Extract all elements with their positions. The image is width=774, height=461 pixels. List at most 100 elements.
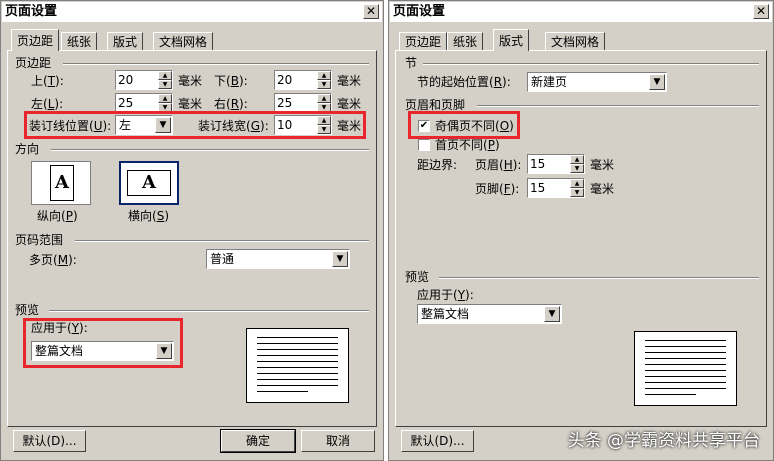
dialog-title: 页面设置: [5, 4, 58, 19]
section-start-select[interactable]: 新建页 ▼: [527, 72, 667, 92]
separator: [477, 105, 759, 107]
apply-to-select[interactable]: 整篇文档 ▼: [31, 341, 174, 361]
checkmark-icon: ✔: [419, 120, 429, 131]
spin-down-icon[interactable]: ▼: [317, 103, 331, 112]
title-bar: 页面设置 ✕: [2, 2, 382, 22]
portrait-label: 纵向(P): [37, 209, 78, 223]
tab-paper[interactable]: 纸张: [61, 32, 98, 50]
header-distance-label: 页眉(H):: [475, 158, 522, 172]
page-setup-dialog-margins: 页面设置 ✕ 页边距 纸张 版式 文档网格 页边距 上(T): 20 ▲ ▼ 毫米…: [0, 0, 384, 461]
separator: [75, 240, 369, 242]
gutter-width-spinner[interactable]: 10 ▲ ▼: [274, 115, 332, 135]
tab-doc-grid[interactable]: 文档网格: [153, 32, 214, 50]
portrait-option[interactable]: A: [31, 161, 91, 205]
title-bar: 页面设置 ✕: [390, 2, 772, 22]
apply-to-select[interactable]: 整篇文档 ▼: [417, 304, 562, 324]
spin-down-icon[interactable]: ▼: [158, 80, 172, 89]
spin-up-icon[interactable]: ▲: [317, 116, 331, 125]
right-margin-value: 25: [277, 96, 293, 110]
gutter-position-select[interactable]: 左 ▼: [115, 115, 173, 135]
left-margin-label: 左(L):: [31, 97, 64, 111]
spin-down-icon[interactable]: ▼: [317, 80, 331, 89]
spin-down-icon[interactable]: ▼: [158, 103, 172, 112]
unit-label: 毫米: [337, 97, 362, 111]
tab-margins[interactable]: 页边距: [399, 32, 448, 50]
separator: [423, 63, 759, 65]
tab-doc-grid[interactable]: 文档网格: [545, 32, 606, 50]
preview-group-label: 预览: [405, 270, 430, 284]
landscape-icon: A: [127, 170, 171, 196]
separator: [439, 277, 759, 279]
spin-up-icon[interactable]: ▲: [158, 94, 172, 103]
dialog-title: 页面设置: [393, 4, 446, 19]
chevron-down-icon[interactable]: ▼: [332, 251, 348, 267]
odd-even-checkbox[interactable]: ✔: [418, 120, 430, 132]
default-button[interactable]: 默认(D)...: [401, 430, 474, 452]
tab-margins[interactable]: 页边距: [11, 29, 60, 51]
tab-layout[interactable]: 版式: [493, 29, 530, 51]
section-start-value: 新建页: [531, 75, 568, 89]
chevron-down-icon[interactable]: ▼: [544, 306, 560, 322]
tab-paper[interactable]: 纸张: [447, 32, 484, 50]
right-margin-label: 右(R):: [214, 97, 248, 111]
first-page-checkbox[interactable]: [418, 139, 430, 151]
spin-down-icon[interactable]: ▼: [570, 188, 584, 197]
tab-layout[interactable]: 版式: [107, 32, 144, 50]
first-page-label: 首页不同(P): [435, 138, 500, 152]
chevron-down-icon[interactable]: ▼: [155, 117, 171, 133]
top-margin-label: 上(T):: [31, 74, 64, 88]
unit-label: 毫米: [337, 74, 362, 88]
landscape-option[interactable]: A: [119, 161, 179, 205]
spin-down-icon[interactable]: ▼: [570, 164, 584, 173]
close-button[interactable]: ✕: [363, 4, 379, 19]
top-margin-spinner[interactable]: 20 ▲ ▼: [115, 70, 173, 90]
portrait-icon: A: [50, 165, 74, 201]
header-distance-spinner[interactable]: 15 ▲ ▼: [527, 154, 585, 174]
right-margin-spinner[interactable]: 25 ▲ ▼: [274, 93, 332, 113]
page-preview: [634, 331, 737, 406]
spin-up-icon[interactable]: ▲: [158, 71, 172, 80]
multiple-pages-label: 多页(M):: [29, 253, 77, 267]
close-icon: ✕: [365, 4, 377, 18]
footer-distance-label: 页脚(F):: [475, 182, 520, 196]
margins-group-label: 页边距: [15, 56, 52, 70]
apply-to-label: 应用于(Y):: [417, 288, 474, 302]
from-edge-label: 距边界:: [417, 158, 458, 172]
page-preview: [246, 328, 349, 403]
chevron-down-icon[interactable]: ▼: [156, 343, 172, 359]
unit-label: 毫米: [590, 158, 615, 172]
unit-label: 毫米: [178, 97, 203, 111]
close-icon: ✕: [755, 4, 767, 18]
pages-group-label: 页码范围: [15, 233, 64, 247]
apply-to-label: 应用于(Y):: [31, 321, 88, 335]
separator: [49, 310, 369, 312]
footer-distance-spinner[interactable]: 15 ▲ ▼: [527, 178, 585, 198]
spin-up-icon[interactable]: ▲: [317, 94, 331, 103]
bottom-margin-label: 下(B):: [214, 74, 248, 88]
multiple-pages-value: 普通: [210, 252, 235, 266]
default-button[interactable]: 默认(D)...: [13, 430, 86, 452]
separator: [51, 149, 369, 151]
spin-up-icon[interactable]: ▲: [570, 179, 584, 188]
apply-to-value: 整篇文档: [421, 307, 470, 321]
chevron-down-icon[interactable]: ▼: [649, 74, 665, 90]
apply-to-value: 整篇文档: [35, 344, 84, 358]
bottom-margin-value: 20: [277, 73, 293, 87]
left-margin-spinner[interactable]: 25 ▲ ▼: [115, 93, 173, 113]
bottom-margin-spinner[interactable]: 20 ▲ ▼: [274, 70, 332, 90]
spin-down-icon[interactable]: ▼: [317, 125, 331, 134]
gutter-position-value: 左: [119, 118, 132, 132]
unit-label: 毫米: [337, 119, 362, 133]
separator: [63, 63, 369, 65]
multiple-pages-select[interactable]: 普通 ▼: [206, 249, 350, 269]
close-button[interactable]: ✕: [753, 4, 769, 19]
unit-label: 毫米: [590, 182, 615, 196]
cancel-button[interactable]: 取消: [301, 430, 375, 452]
spin-up-icon[interactable]: ▲: [570, 155, 584, 164]
spin-up-icon[interactable]: ▲: [317, 71, 331, 80]
odd-even-label: 奇偶页不同(O): [435, 119, 514, 133]
landscape-label: 横向(S): [128, 209, 170, 223]
unit-label: 毫米: [178, 74, 203, 88]
ok-button[interactable]: 确定: [220, 429, 296, 453]
header-distance-value: 15: [530, 157, 546, 171]
